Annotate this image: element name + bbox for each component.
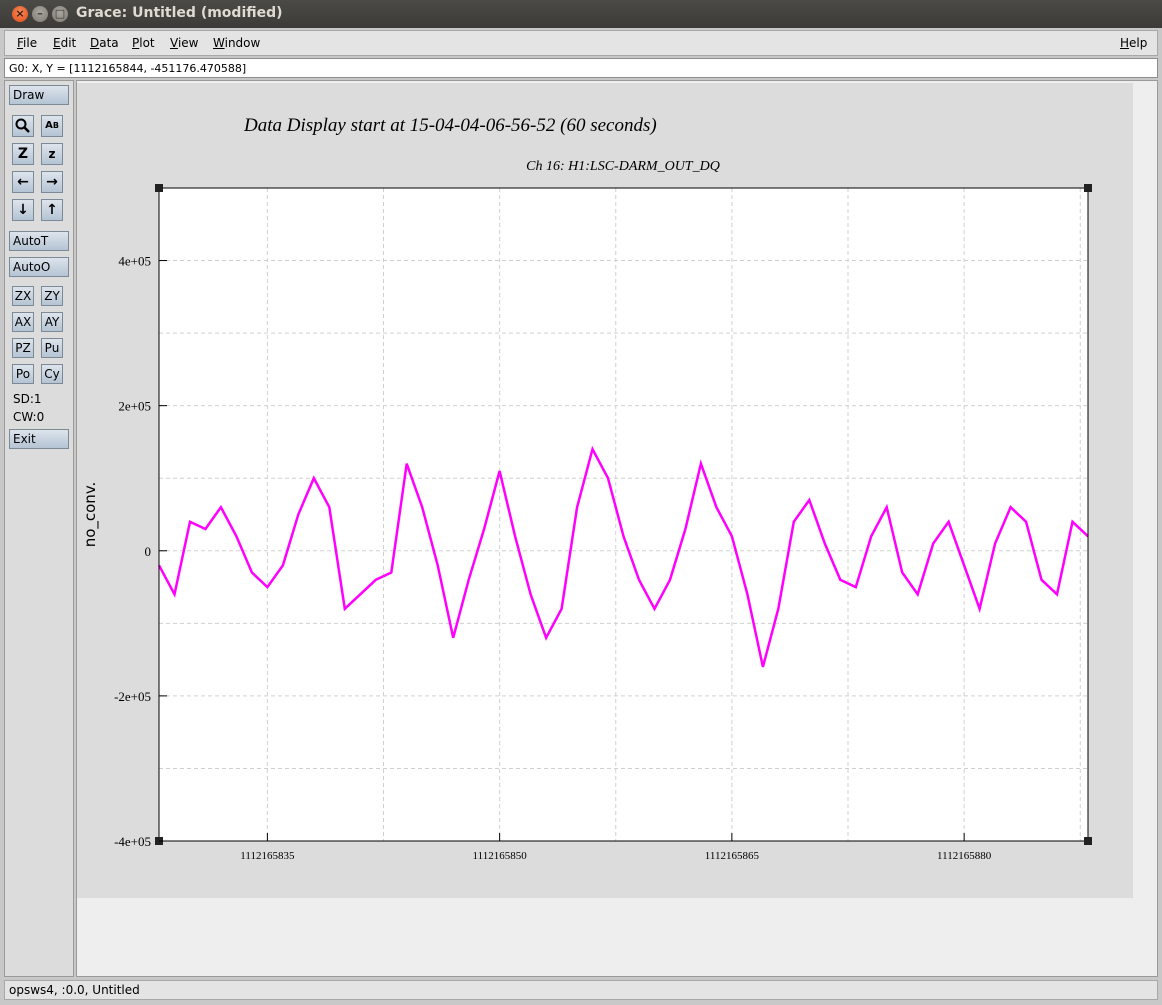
status-bar: opsws4, :0.0, Untitled bbox=[4, 980, 1158, 1000]
canvas-area[interactable]: Data Display start at 15-04-04-06-56-52 … bbox=[76, 80, 1158, 977]
y-tick-label: -4e+05 bbox=[114, 834, 151, 849]
chart-title: Data Display start at 15-04-04-06-56-52 … bbox=[243, 115, 657, 136]
x-tick-label: 1112165880 bbox=[937, 850, 992, 862]
menu-window[interactable]: Window bbox=[213, 36, 260, 50]
x-tick-label: 1112165835 bbox=[240, 850, 295, 862]
zoom-in-z-icon[interactable]: Z bbox=[12, 143, 34, 165]
push-zoom-button[interactable]: PZ bbox=[12, 338, 34, 358]
graph-corner-handle bbox=[1084, 184, 1092, 192]
menu-data[interactable]: Data bbox=[90, 36, 119, 50]
pop-button[interactable]: Po bbox=[12, 364, 34, 384]
stack-depth-label: SD:1 bbox=[13, 392, 42, 406]
window-titlebar: × – □ Grace: Untitled (modified) bbox=[0, 0, 1162, 28]
menu-plot[interactable]: Plot bbox=[132, 36, 155, 50]
menu-edit[interactable]: Edit bbox=[53, 36, 76, 50]
y-tick-label: 2e+05 bbox=[118, 399, 151, 414]
x-tick-label: 1112165850 bbox=[473, 850, 528, 862]
y-axis-label: no_conv. bbox=[81, 482, 100, 548]
menu-file[interactable]: File bbox=[17, 36, 37, 50]
scroll-left-icon[interactable]: ← bbox=[12, 171, 34, 193]
y-tick-label: 4e+05 bbox=[118, 254, 151, 269]
menu-help[interactable]: Help bbox=[1120, 36, 1147, 50]
scroll-up-icon[interactable]: ↑ bbox=[41, 199, 63, 221]
graph-corner-handle bbox=[155, 184, 163, 192]
autoscale-y-button[interactable]: AY bbox=[41, 312, 63, 332]
menubar: File Edit Data Plot View Window Help bbox=[4, 30, 1158, 56]
text-tool-icon[interactable]: AB bbox=[41, 115, 63, 137]
graph-corner-handle bbox=[1084, 837, 1092, 845]
window-minimize-icon[interactable]: – bbox=[32, 6, 48, 22]
y-tick-label: -2e+05 bbox=[114, 689, 151, 704]
autoscale-x-button[interactable]: AX bbox=[12, 312, 34, 332]
draw-button[interactable]: Draw bbox=[9, 85, 69, 105]
current-world-label: CW:0 bbox=[13, 410, 45, 424]
plot-page[interactable]: Data Display start at 15-04-04-06-56-52 … bbox=[77, 81, 1157, 976]
tool-panel: Draw AB Z z ← → ↓ ↑ AutoT AutoO ZX ZY AX… bbox=[4, 80, 74, 977]
zoom-magnifier-icon[interactable] bbox=[12, 115, 34, 137]
window-title: Grace: Untitled (modified) bbox=[76, 5, 283, 21]
zoom-out-z-icon[interactable]: z bbox=[41, 143, 63, 165]
x-tick-label: 1112165865 bbox=[705, 850, 760, 862]
autoscale-on-button[interactable]: AutoO bbox=[9, 257, 69, 277]
window-close-icon[interactable]: × bbox=[12, 6, 28, 22]
scroll-down-icon[interactable]: ↓ bbox=[12, 199, 34, 221]
cycle-button[interactable]: Cy bbox=[41, 364, 63, 384]
locator-readout: G0: X, Y = [1112165844, -451176.470588] bbox=[4, 58, 1158, 78]
zoom-x-button[interactable]: ZX bbox=[12, 286, 34, 306]
zoom-y-button[interactable]: ZY bbox=[41, 286, 63, 306]
exit-button[interactable]: Exit bbox=[9, 429, 69, 449]
window-maximize-icon[interactable]: □ bbox=[52, 6, 68, 22]
scroll-right-icon[interactable]: → bbox=[41, 171, 63, 193]
menu-view[interactable]: View bbox=[170, 36, 198, 50]
chart-subtitle: Ch 16: H1:LSC-DARM_OUT_DQ bbox=[526, 159, 720, 174]
push-button[interactable]: Pu bbox=[41, 338, 63, 358]
y-tick-label: 0 bbox=[145, 544, 152, 559]
autoscale-button[interactable]: AutoT bbox=[9, 231, 69, 251]
